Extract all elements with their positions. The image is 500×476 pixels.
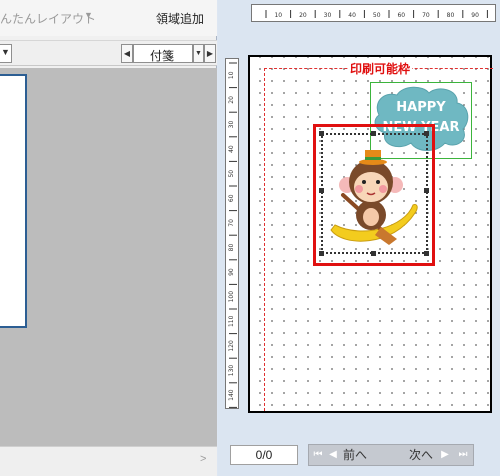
ruler-label: 20 <box>228 96 235 104</box>
ruler-label: 70 <box>422 12 430 19</box>
resize-handle[interactable] <box>371 251 376 256</box>
resize-handle[interactable] <box>424 131 429 136</box>
ruler-label: 50 <box>228 170 235 178</box>
ruler-label: 10 <box>228 71 235 79</box>
next-arrow-icon[interactable]: ▶ <box>439 445 451 465</box>
ruler-label: 30 <box>324 12 332 19</box>
ruler-label: 90 <box>228 268 235 276</box>
design-pane: 10 20 30 40 50 60 70 80 90 10 20 30 40 50 60 70 80 90 100… <box>218 0 500 476</box>
prev-page-button[interactable]: 前へ <box>343 445 367 465</box>
ruler-label: 40 <box>348 12 356 19</box>
ruler-label: 40 <box>228 145 235 153</box>
menu-bar: んたんレイアウト ▼ 領域追加 <box>0 0 217 36</box>
ruler-label: 140 <box>228 389 235 401</box>
monkey-image-selection[interactable] <box>313 124 435 266</box>
add-area-button[interactable]: 領域追加 <box>156 10 204 27</box>
monkey-image-bounds[interactable] <box>321 133 428 254</box>
ruler-label: 10 <box>274 12 282 19</box>
sticky-type-dropdown[interactable]: 付箋 <box>133 44 193 63</box>
resize-handle[interactable] <box>424 188 429 193</box>
chevron-down-icon[interactable]: ▼ <box>193 44 204 63</box>
horizontal-ruler: 10 20 30 40 50 60 70 80 90 <box>251 4 496 22</box>
first-page-icon[interactable]: ⏮ <box>311 445 325 465</box>
ruler-label: 120 <box>228 340 235 352</box>
scroll-right-icon[interactable]: > <box>200 453 206 465</box>
page-canvas[interactable]: 印刷可能枠 HAPPY NEW YEAR <box>248 55 493 413</box>
page-counter: 0/0 <box>230 445 298 465</box>
print-area-label: 印刷可能枠 <box>348 60 413 77</box>
easy-layout-menu[interactable]: んたんレイアウト <box>0 10 96 27</box>
ruler-ticks: 10 20 30 40 50 60 70 80 90 100 110 120 130 140 <box>228 62 237 408</box>
ruler-ticks: 10 20 30 40 50 60 70 80 90 <box>265 10 488 19</box>
chevron-down-icon[interactable]: ▼ <box>1 47 10 57</box>
toolbar-row: ▼ ◀ 付箋 ▼ ▶ <box>0 40 217 66</box>
chevron-down-icon[interactable]: ▼ <box>84 10 93 20</box>
last-page-icon[interactable]: ⏭ <box>455 445 471 465</box>
ruler-label: 110 <box>228 315 235 327</box>
sticky-type-value: 付箋 <box>150 49 175 63</box>
page-thumbnail[interactable] <box>0 74 27 328</box>
resize-handle[interactable] <box>319 251 324 256</box>
ruler-label: 20 <box>299 12 307 19</box>
vertical-ruler: 10 20 30 40 50 60 70 80 90 100 110 120 130 140 <box>225 58 239 409</box>
ruler-label: 80 <box>447 12 455 19</box>
layout-list-pane: んたんレイアウト ▼ 領域追加 ▼ ◀ 付箋 ▼ ▶ > <box>0 0 217 476</box>
page-navigation-bar: 0/0 ⏮ ◀ 前へ 次へ ▶ ⏭ <box>218 436 500 476</box>
layout-dropdown[interactable]: ▼ <box>0 44 12 63</box>
horizontal-scrollbar[interactable]: > <box>0 446 217 476</box>
ruler-label: 70 <box>228 219 235 227</box>
monkey-illustration <box>330 150 418 245</box>
prev-sticky-button[interactable]: ◀ <box>121 44 133 63</box>
resize-handle[interactable] <box>371 131 376 136</box>
ruler-label: 50 <box>373 12 381 19</box>
next-page-button[interactable]: 次へ <box>409 445 433 465</box>
ruler-label: 130 <box>228 365 235 377</box>
resize-handle[interactable] <box>424 251 429 256</box>
preview-area <box>0 68 217 446</box>
ruler-label: 90 <box>471 12 479 19</box>
ruler-label: 60 <box>397 12 405 19</box>
resize-handle[interactable] <box>319 131 324 136</box>
ruler-label: 30 <box>228 121 235 129</box>
resize-handle[interactable] <box>319 188 324 193</box>
ruler-label: 60 <box>228 194 235 202</box>
ruler-label: 80 <box>228 244 235 252</box>
next-sticky-button[interactable]: ▶ <box>204 44 216 63</box>
prev-arrow-icon[interactable]: ◀ <box>327 445 339 465</box>
happy-text: HAPPY <box>396 100 446 115</box>
ruler-label: 100 <box>228 291 235 303</box>
pager-controls: ⏮ ◀ 前へ 次へ ▶ ⏭ <box>308 444 474 466</box>
